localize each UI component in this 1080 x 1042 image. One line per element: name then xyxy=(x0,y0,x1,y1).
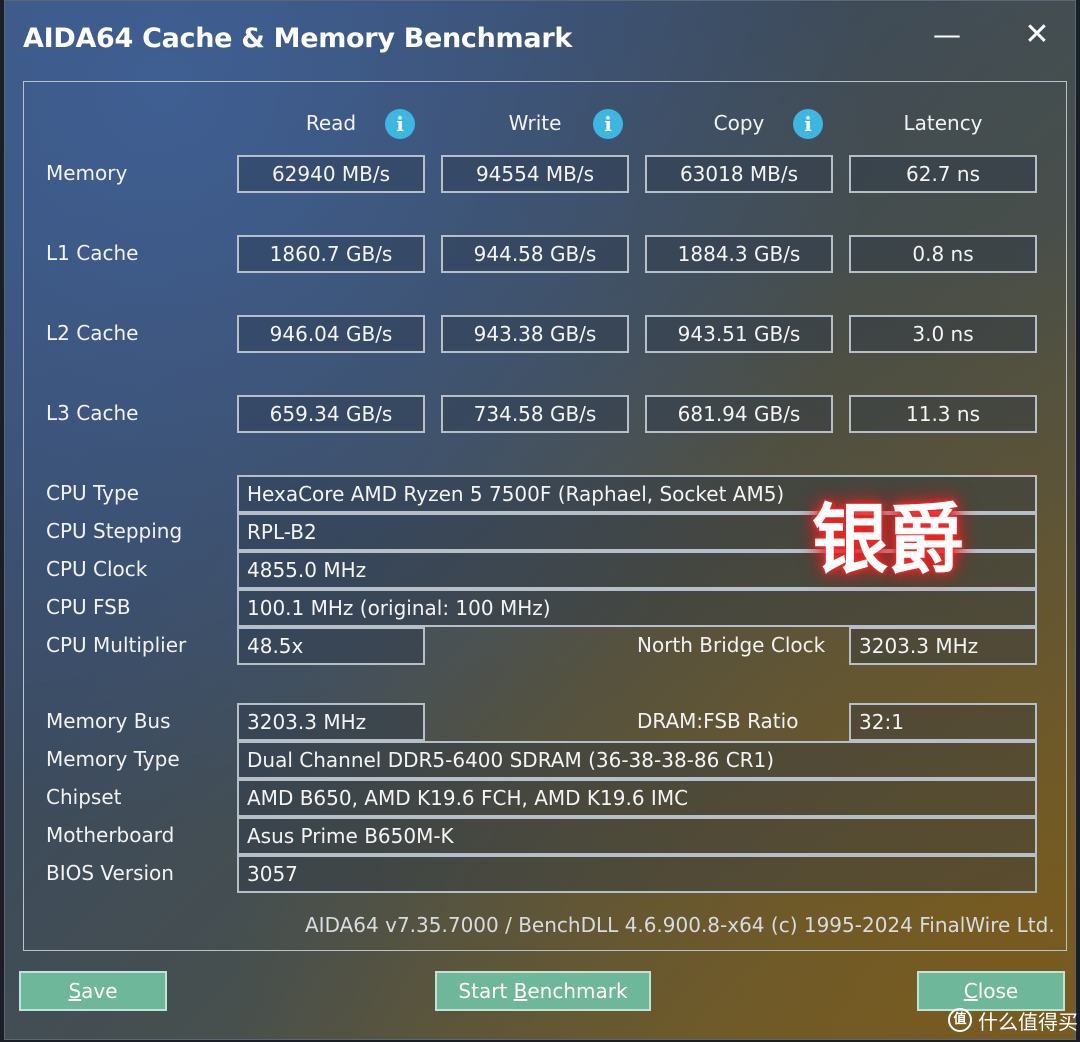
memory-latency-value: 62.7 ns xyxy=(849,155,1037,193)
motherboard-label: Motherboard xyxy=(46,823,175,847)
minimize-button[interactable]: — xyxy=(925,15,969,55)
north-bridge-clock-value: 3203.3 MHz xyxy=(849,627,1037,665)
start-benchmark-label: enchmark xyxy=(527,979,628,1003)
row-label-l2-cache: L2 Cache xyxy=(46,321,139,345)
l2-latency-value: 3.0 ns xyxy=(849,315,1037,353)
close-button-accel: C xyxy=(963,979,978,1003)
bios-version-value: 3057 xyxy=(237,855,1037,893)
memory-bus-label: Memory Bus xyxy=(46,709,171,733)
row-label-l3-cache: L3 Cache xyxy=(46,401,139,425)
start-benchmark-accel: B xyxy=(513,979,528,1003)
save-button-label: ave xyxy=(81,979,118,1003)
cpu-multiplier-value: 48.5x xyxy=(237,627,425,665)
site-logo: 值 什么值得买 xyxy=(948,1006,1078,1034)
chipset-label: Chipset xyxy=(46,785,122,809)
memory-write-value: 94554 MB/s xyxy=(441,155,629,193)
memory-read-value: 62940 MB/s xyxy=(237,155,425,193)
window-close-button[interactable]: ✕ xyxy=(1015,15,1059,55)
bios-version-label: BIOS Version xyxy=(46,861,174,885)
l2-copy-value: 943.51 GB/s xyxy=(645,315,833,353)
l2-write-value: 943.38 GB/s xyxy=(441,315,629,353)
author-watermark: 银爵 xyxy=(812,495,964,584)
write-info-icon[interactable]: i xyxy=(593,109,623,139)
cpu-fsb-label: CPU FSB xyxy=(46,595,131,619)
l3-read-value: 659.34 GB/s xyxy=(237,395,425,433)
cpu-type-label: CPU Type xyxy=(46,481,139,505)
l3-copy-value: 681.94 GB/s xyxy=(645,395,833,433)
memory-type-label: Memory Type xyxy=(46,747,180,771)
header-copy: Copy xyxy=(713,111,765,135)
window-title: AIDA64 Cache & Memory Benchmark xyxy=(23,23,572,54)
l3-latency-value: 11.3 ns xyxy=(849,395,1037,433)
cpu-fsb-value: 100.1 MHz (original: 100 MHz) xyxy=(237,589,1037,627)
header-latency: Latency xyxy=(903,111,983,135)
l1-write-value: 944.58 GB/s xyxy=(441,235,629,273)
site-logo-text: 什么值得买 xyxy=(978,1009,1078,1034)
motherboard-value: Asus Prime B650M-K xyxy=(237,817,1037,855)
north-bridge-clock-label: North Bridge Clock xyxy=(637,633,826,657)
chipset-value: AMD B650, AMD K19.6 FCH, AMD K19.6 IMC xyxy=(237,779,1037,817)
l3-write-value: 734.58 GB/s xyxy=(441,395,629,433)
memory-bus-value: 3203.3 MHz xyxy=(237,703,425,741)
cpu-clock-label: CPU Clock xyxy=(46,557,148,581)
dram-fsb-ratio-value: 32:1 xyxy=(849,703,1037,741)
read-info-icon[interactable]: i xyxy=(385,109,415,139)
l1-latency-value: 0.8 ns xyxy=(849,235,1037,273)
memory-type-value: Dual Channel DDR5-6400 SDRAM (36-38-38-8… xyxy=(237,741,1037,779)
copy-info-icon[interactable]: i xyxy=(793,109,823,139)
header-read: Read xyxy=(305,111,357,135)
start-benchmark-button[interactable]: Start Benchmark xyxy=(435,971,651,1011)
row-label-memory: Memory xyxy=(46,161,128,185)
row-label-l1-cache: L1 Cache xyxy=(46,241,139,265)
close-button-label: lose xyxy=(977,979,1019,1003)
save-button-accel: S xyxy=(68,979,82,1003)
cpu-multiplier-label: CPU Multiplier xyxy=(46,633,187,657)
l1-copy-value: 1884.3 GB/s xyxy=(645,235,833,273)
l2-read-value: 946.04 GB/s xyxy=(237,315,425,353)
memory-copy-value: 63018 MB/s xyxy=(645,155,833,193)
l1-read-value: 1860.7 GB/s xyxy=(237,235,425,273)
cpu-stepping-label: CPU Stepping xyxy=(46,519,183,543)
version-footer: AIDA64 v7.35.7000 / BenchDLL 4.6.900.8-x… xyxy=(305,913,1055,937)
dram-fsb-ratio-label: DRAM:FSB Ratio xyxy=(637,709,799,733)
save-button[interactable]: Save xyxy=(19,971,167,1011)
start-benchmark-prefix: Start xyxy=(458,979,514,1003)
header-write: Write xyxy=(508,111,562,135)
site-logo-icon: 值 xyxy=(948,1008,972,1032)
